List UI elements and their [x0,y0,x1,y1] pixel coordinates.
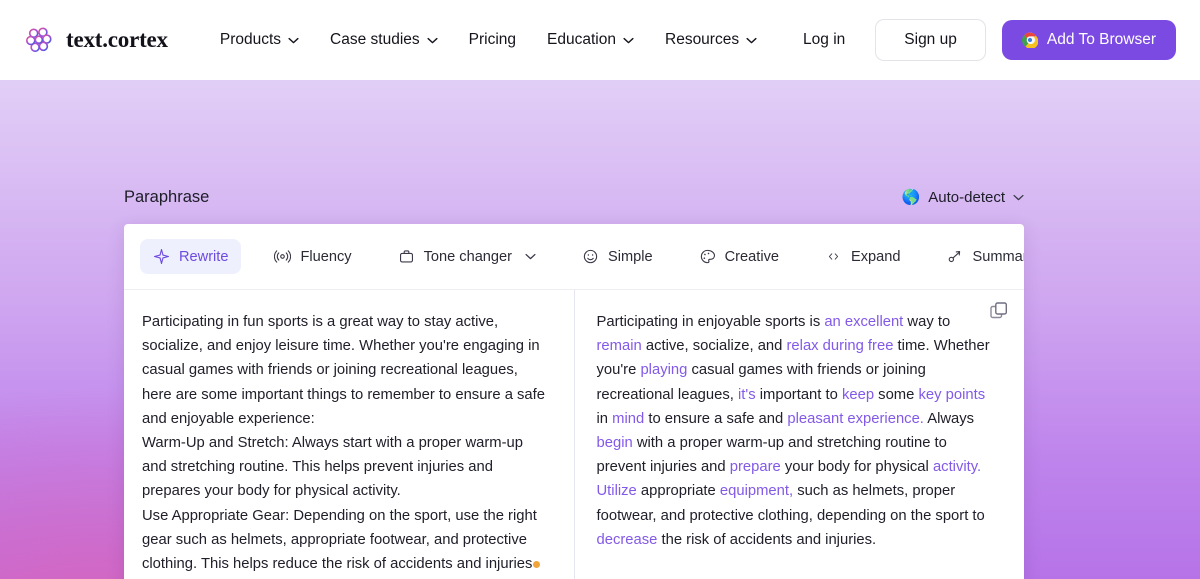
chevron-down-icon [623,37,634,43]
chevron-down-icon [427,37,438,43]
nav-item-education[interactable]: Education [547,31,634,49]
highlighted-phrase: decrease [596,531,658,548]
globe-icon: 🌎 [901,189,921,206]
chrome-icon [1021,32,1038,48]
language-label: Auto-detect [928,189,1005,206]
chevron-down-icon [288,37,299,43]
source-paragraph-last: Use Appropriate Gear: Depending on the s… [142,504,552,577]
tab-tone-changer[interactable]: Tone changer [385,239,549,274]
output-phrase: active, socialize, and [641,338,787,355]
nav-item-case-studies[interactable]: Case studies [330,31,438,49]
nav-label: Pricing [468,31,517,48]
chevron-down-icon [1013,194,1024,201]
orange-cursor-dot-icon [533,561,541,569]
tab-label: Creative [724,248,779,265]
main-nav: Products Case studies Pricing Education … [220,31,757,49]
copy-button[interactable] [988,300,1010,322]
output-phrase: the risk of accidents and injuries. [657,531,877,548]
signup-button[interactable]: Sign up [875,19,986,61]
nav-label: Products [219,31,282,48]
chevron-down-icon [525,253,536,260]
brand-logo[interactable]: text.cortex [24,25,168,56]
tab-label: Simple [608,248,653,265]
highlighted-phrase: key points [918,386,986,403]
palette-icon [700,249,715,264]
highlighted-phrase: equipment, [719,483,794,500]
arrows-expand-icon [828,253,839,260]
output-phrase: appropriate [636,483,720,500]
nav-item-products[interactable]: Products [220,31,299,49]
input-pane: Participating in fun sports is a great w… [124,290,575,579]
tab-rewrite[interactable]: Rewrite [140,239,242,274]
nav-label: Resources [665,31,740,48]
broadcast-icon [274,250,292,263]
panel-header: Paraphrase 🌎 Auto-detect [124,188,1024,207]
output-pane: Participating in enjoyable sports is an … [575,290,1025,579]
paraphrase-card: Rewrite Fluency Tone changer Simple Crea… [124,224,1024,579]
highlighted-phrase: relax during free [786,338,894,355]
output-phrase: Participating in enjoyable sports is [596,314,825,330]
header-actions: Log in Sign up Add To Browser [789,19,1176,61]
highlighted-phrase: remain [596,338,642,355]
highlighted-phrase: playing [640,362,688,379]
page-title: Paraphrase [124,188,210,206]
mode-tabs: Rewrite Fluency Tone changer Simple Crea… [124,224,1024,290]
editor-area: Participating in fun sports is a great w… [124,290,1024,579]
shrink-arrow-icon [949,251,961,263]
source-paragraph: Participating in fun sports is a great w… [142,314,546,427]
source-paragraph-text: Use Appropriate Gear: Depending on the s… [142,507,537,573]
language-selector[interactable]: 🌎 Auto-detect [902,189,1024,206]
add-to-browser-label: Add To Browser [1046,31,1156,48]
tab-label: Fluency [300,248,352,265]
tab-summarize[interactable]: Summarize [933,239,1024,274]
highlighted-phrase: prepare [729,459,781,476]
tab-label: Expand [850,248,901,265]
nav-label: Education [547,31,616,48]
nav-item-pricing[interactable]: Pricing [469,31,516,49]
tab-label: Rewrite [179,248,229,265]
tab-expand[interactable]: Expand [812,239,914,274]
output-phrase: your body for physical [780,459,933,476]
tab-creative[interactable]: Creative [686,239,792,274]
highlighted-phrase: pleasant experience. [787,410,924,427]
output-phrase: to ensure a safe and [644,410,788,427]
highlighted-phrase: begin [596,435,633,452]
nav-item-resources[interactable]: Resources [665,31,757,49]
login-link[interactable]: Log in [789,31,859,49]
tab-label: Tone changer [423,248,513,265]
source-textarea[interactable]: Participating in fun sports is a great w… [124,290,574,579]
output-phrase: important to [755,386,842,403]
sparkle-icon [153,248,170,265]
tab-fluency[interactable]: Fluency [261,239,364,274]
tab-label: Summarize [972,248,1024,265]
output-phrase: some [874,386,919,403]
app-stage: Paraphrase 🌎 Auto-detect Rewrite Fluency… [0,80,1200,579]
highlighted-phrase: an excellent [824,314,904,330]
copy-icon [990,302,1008,319]
brand-name: text.cortex [66,27,168,52]
highlighted-phrase: keep [841,386,875,403]
highlighted-phrase: mind [612,410,645,427]
output-phrase: in [596,410,613,427]
output-phrase: way to [903,314,951,330]
site-header: text.cortex Products Case studies Pricin… [0,0,1200,80]
tab-simple[interactable]: Simple [569,239,666,274]
cortex-petals-logo-icon [24,25,55,56]
smiley-icon [583,249,598,264]
add-to-browser-button[interactable]: Add To Browser [1001,20,1176,60]
source-paragraph: Warm-Up and Stretch: Always start with a… [142,435,524,500]
nav-label: Case studies [330,31,420,48]
chevron-down-icon [746,37,757,43]
output-text[interactable]: Participating in enjoyable sports is an … [575,290,1025,579]
highlighted-phrase: it's [737,386,756,403]
briefcase-icon [399,250,413,263]
output-phrase: Always [923,410,975,427]
